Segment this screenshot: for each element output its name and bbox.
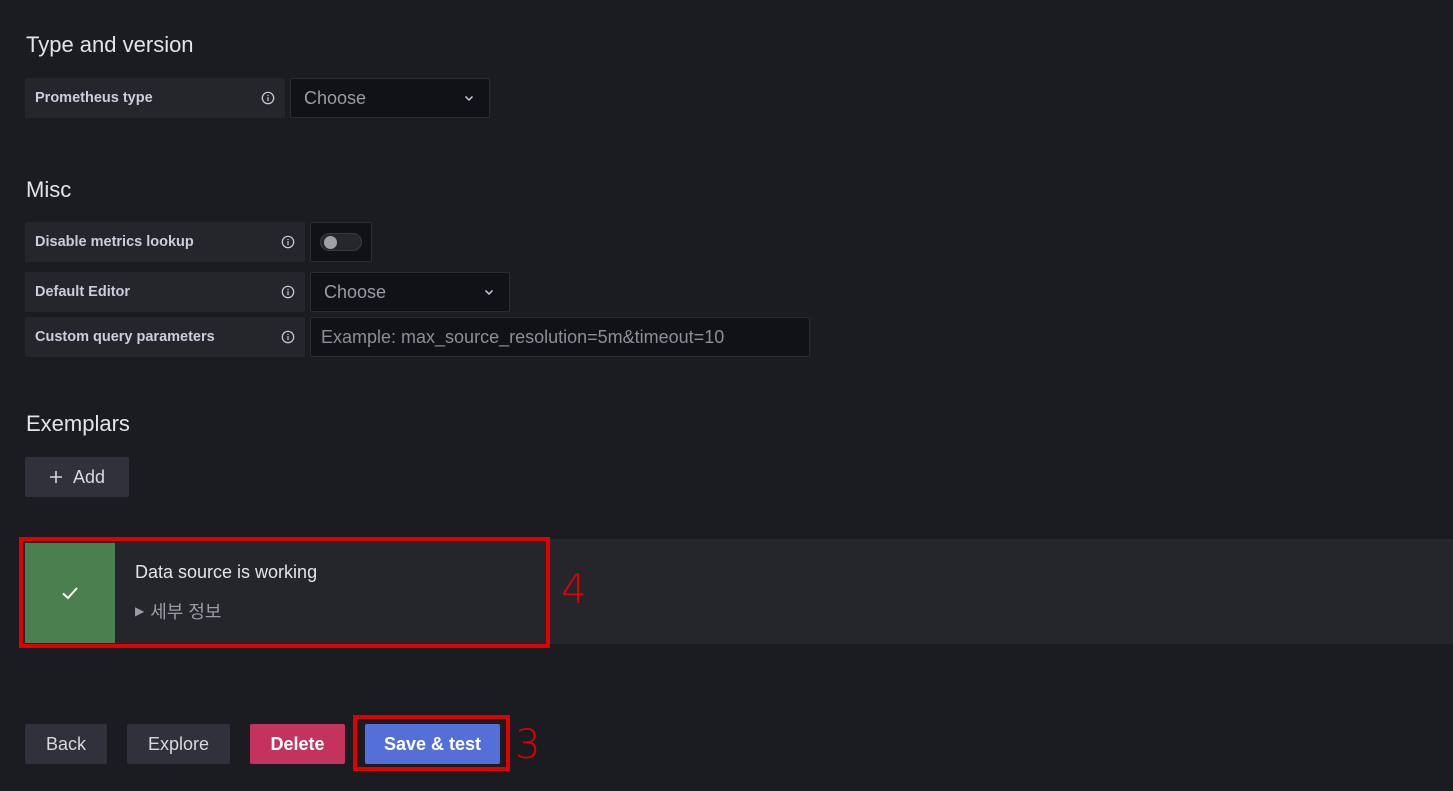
section-title-type-version: Type and version bbox=[26, 32, 194, 57]
custom-query-input[interactable] bbox=[310, 317, 810, 357]
disable-metrics-label: Disable metrics lookup bbox=[25, 222, 305, 262]
plus-icon bbox=[49, 471, 62, 483]
chevron-down-icon bbox=[464, 95, 474, 102]
custom-query-label: Custom query parameters bbox=[25, 317, 305, 357]
annotation-number-alert: 4 bbox=[561, 567, 587, 613]
section-title-misc: Misc bbox=[26, 177, 72, 202]
add-exemplar-button[interactable]: Add bbox=[25, 457, 129, 497]
info-icon[interactable] bbox=[281, 235, 295, 249]
info-icon[interactable] bbox=[261, 91, 275, 105]
default-editor-label: Default Editor bbox=[25, 272, 305, 312]
toggle-knob bbox=[324, 236, 337, 249]
disable-metrics-toggle[interactable] bbox=[320, 233, 362, 251]
custom-query-label-text: Custom query parameters bbox=[35, 329, 215, 345]
prometheus-type-label: Prometheus type bbox=[25, 78, 285, 118]
default-editor-select[interactable]: Choose bbox=[310, 272, 510, 312]
annotation-number-save: 3 bbox=[515, 722, 541, 768]
add-exemplar-label: Add bbox=[72, 466, 106, 487]
delete-button[interactable]: Delete bbox=[250, 724, 345, 764]
info-icon[interactable] bbox=[281, 330, 295, 344]
prometheus-type-label-text: Prometheus type bbox=[35, 90, 153, 106]
disable-metrics-label-text: Disable metrics lookup bbox=[35, 234, 194, 250]
explore-button[interactable]: Explore bbox=[127, 724, 230, 764]
back-button[interactable]: Back bbox=[25, 724, 107, 764]
default-editor-value: Choose bbox=[324, 281, 387, 302]
prometheus-type-select[interactable]: Choose bbox=[290, 78, 490, 118]
default-editor-label-text: Default Editor bbox=[35, 284, 131, 300]
prometheus-type-value: Choose bbox=[304, 87, 367, 108]
annotation-box-save bbox=[353, 715, 510, 771]
chevron-down-icon bbox=[484, 289, 494, 296]
section-title-exemplars: Exemplars bbox=[26, 411, 130, 436]
disable-metrics-toggle-wrap bbox=[310, 222, 372, 262]
info-icon[interactable] bbox=[281, 285, 295, 299]
annotation-box-alert bbox=[19, 537, 550, 648]
